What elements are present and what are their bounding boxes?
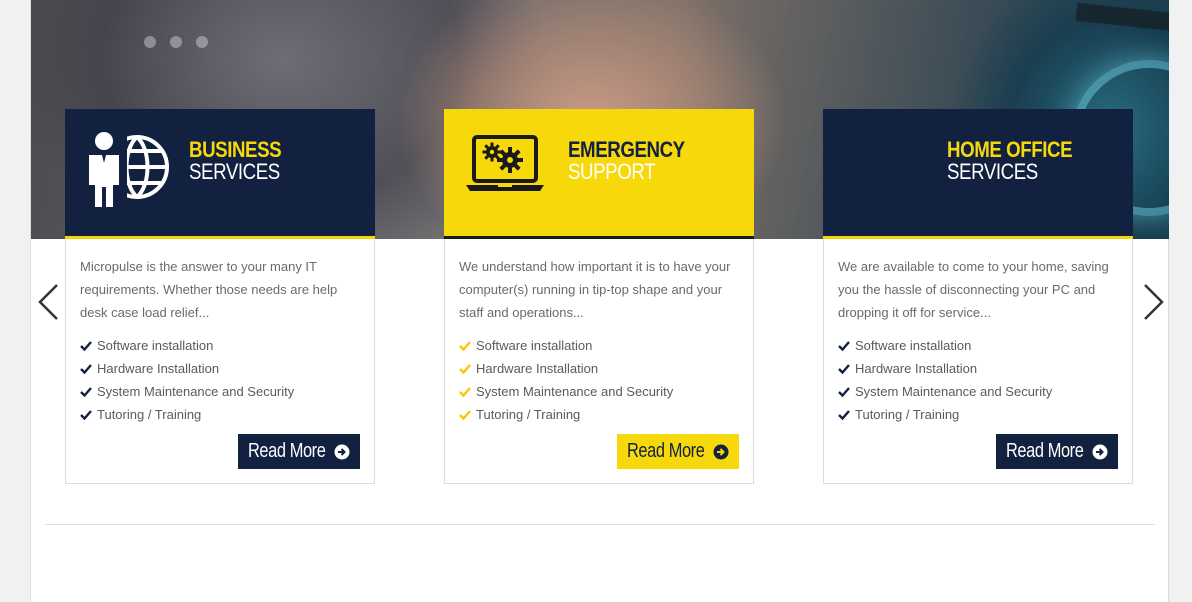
section-divider bbox=[45, 524, 1155, 525]
read-more-label: Read More bbox=[1005, 440, 1084, 462]
slider-dot[interactable] bbox=[196, 36, 208, 48]
check-icon bbox=[838, 409, 850, 420]
check-icon bbox=[459, 409, 471, 420]
check-icon bbox=[80, 386, 92, 397]
check-icon bbox=[838, 363, 850, 374]
card-header: BUSINESS SERVICES bbox=[65, 109, 375, 239]
carousel-prev-arrow-icon[interactable] bbox=[37, 283, 59, 321]
card-title-line1: EMERGENCY bbox=[568, 137, 685, 162]
service-card-emergency: EMERGENCY SUPPORT We understand how impo… bbox=[444, 109, 754, 484]
carousel-next-arrow-icon[interactable] bbox=[1143, 283, 1165, 321]
card-title-line1: BUSINESS bbox=[189, 137, 282, 162]
business-person-globe-icon bbox=[85, 129, 169, 209]
check-icon bbox=[80, 363, 92, 374]
check-icon bbox=[459, 363, 471, 374]
slider-dot[interactable] bbox=[144, 36, 156, 48]
feature-label: System Maintenance and Security bbox=[97, 384, 295, 399]
read-more-button[interactable]: Read More bbox=[237, 434, 360, 469]
feature-list: Software installation Hardware Installat… bbox=[80, 334, 294, 426]
feature-label: Hardware Installation bbox=[97, 361, 220, 376]
feature-item: Software installation bbox=[459, 334, 673, 357]
arrow-circle-right-icon bbox=[713, 444, 729, 459]
laptop-gears-icon bbox=[466, 135, 544, 191]
slider-dots bbox=[144, 36, 208, 48]
feature-list: Software installation Hardware Installat… bbox=[838, 334, 1052, 426]
check-icon bbox=[459, 386, 471, 397]
card-description: We understand how important it is to hav… bbox=[459, 259, 731, 320]
read-more-button[interactable]: Read More bbox=[995, 434, 1118, 469]
feature-list: Software installation Hardware Installat… bbox=[459, 334, 673, 426]
card-title: BUSINESS SERVICES bbox=[189, 137, 282, 184]
feature-item: Software installation bbox=[80, 334, 294, 357]
feature-item: Hardware Installation bbox=[80, 357, 294, 380]
feature-label: System Maintenance and Security bbox=[855, 384, 1053, 399]
feature-item: Hardware Installation bbox=[838, 357, 1052, 380]
feature-item: Tutoring / Training bbox=[459, 403, 673, 426]
feature-label: Tutoring / Training bbox=[855, 407, 960, 422]
feature-label: Software installation bbox=[855, 338, 972, 353]
feature-item: System Maintenance and Security bbox=[459, 380, 673, 403]
card-title-line1: HOME OFFICE bbox=[947, 137, 1073, 162]
feature-item: System Maintenance and Security bbox=[80, 380, 294, 403]
feature-item: Software installation bbox=[838, 334, 1052, 357]
service-card-business: BUSINESS SERVICES Micropulse is the answ… bbox=[65, 109, 375, 484]
card-title-line2: SUPPORT bbox=[568, 159, 656, 184]
read-more-button[interactable]: Read More bbox=[616, 434, 739, 469]
card-title-line2: SERVICES bbox=[947, 159, 1038, 184]
hero-sign bbox=[1075, 2, 1169, 32]
feature-item: System Maintenance and Security bbox=[838, 380, 1052, 403]
feature-item: Tutoring / Training bbox=[838, 403, 1052, 426]
feature-label: Hardware Installation bbox=[476, 361, 599, 376]
check-icon bbox=[838, 340, 850, 351]
card-title: HOME OFFICE SERVICES bbox=[947, 137, 1073, 184]
feature-item: Tutoring / Training bbox=[80, 403, 294, 426]
check-icon bbox=[80, 340, 92, 351]
check-icon bbox=[80, 409, 92, 420]
slider-dot[interactable] bbox=[170, 36, 182, 48]
read-more-label: Read More bbox=[626, 440, 705, 462]
check-icon bbox=[838, 386, 850, 397]
feature-label: System Maintenance and Security bbox=[476, 384, 674, 399]
card-title: EMERGENCY SUPPORT bbox=[568, 139, 685, 183]
feature-label: Tutoring / Training bbox=[476, 407, 581, 422]
feature-item: Hardware Installation bbox=[459, 357, 673, 380]
card-header: HOME OFFICE SERVICES bbox=[823, 109, 1133, 239]
feature-label: Tutoring / Training bbox=[97, 407, 202, 422]
feature-label: Software installation bbox=[476, 338, 593, 353]
feature-label: Software installation bbox=[97, 338, 214, 353]
card-description: We are available to come to your home, s… bbox=[838, 259, 1109, 320]
card-title-line2: SERVICES bbox=[189, 159, 280, 184]
arrow-circle-right-icon bbox=[334, 444, 350, 459]
feature-label: Hardware Installation bbox=[855, 361, 978, 376]
service-card-home-office: HOME OFFICE SERVICES We are available to… bbox=[823, 109, 1133, 484]
card-header: EMERGENCY SUPPORT bbox=[444, 109, 754, 239]
read-more-label: Read More bbox=[247, 440, 326, 462]
arrow-circle-right-icon bbox=[1092, 444, 1108, 459]
check-icon bbox=[459, 340, 471, 351]
card-description: Micropulse is the answer to your many IT… bbox=[80, 259, 338, 320]
